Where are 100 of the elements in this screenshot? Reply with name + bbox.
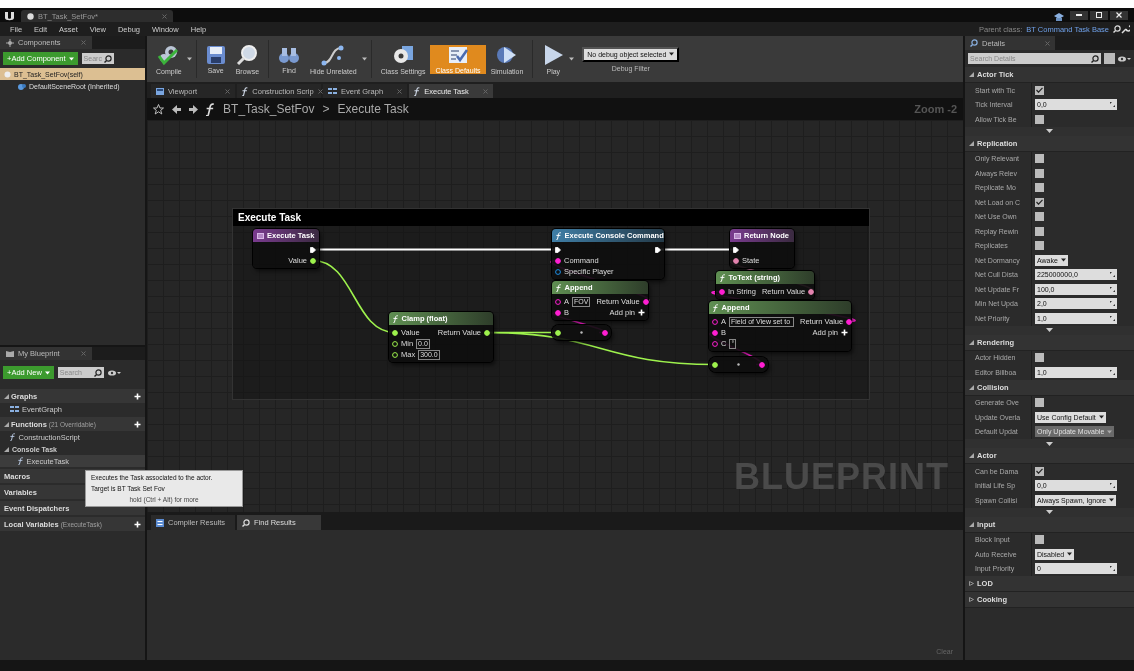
caret-icon[interactable] bbox=[361, 57, 367, 61]
caret-icon[interactable] bbox=[186, 57, 192, 61]
advanced-arrow-icon[interactable] bbox=[1046, 441, 1053, 446]
comment-title: Execute Task bbox=[233, 209, 869, 226]
graph-icon bbox=[328, 88, 337, 94]
data-pin[interactable] bbox=[602, 329, 608, 336]
cap-icon bbox=[1054, 13, 1064, 22]
expanded-arrow-icon[interactable] bbox=[969, 453, 974, 458]
list-icon bbox=[734, 232, 741, 239]
expanded-arrow-icon[interactable] bbox=[4, 446, 9, 452]
exec-pin[interactable] bbox=[655, 246, 661, 253]
exec-pin[interactable] bbox=[555, 246, 561, 253]
spinner-icon bbox=[1110, 272, 1115, 278]
advanced-arrow-icon[interactable] bbox=[1046, 129, 1053, 133]
exec-pin[interactable] bbox=[733, 246, 739, 253]
close-button[interactable] bbox=[1110, 10, 1128, 20]
checkbox[interactable] bbox=[1035, 168, 1044, 178]
function-icon bbox=[242, 86, 249, 96]
close-icon bbox=[317, 88, 323, 94]
data-pin[interactable] bbox=[555, 309, 561, 316]
check-icon bbox=[1036, 87, 1043, 94]
node-curve-icon bbox=[321, 43, 346, 66]
scene-root-icon bbox=[18, 82, 26, 90]
eye-icon bbox=[1118, 55, 1131, 62]
caret-icon bbox=[44, 370, 50, 375]
add-pin-icon bbox=[841, 329, 848, 336]
gear-check-icon bbox=[156, 43, 181, 66]
minimize-button[interactable] bbox=[1070, 10, 1088, 20]
checkbox[interactable] bbox=[1035, 353, 1044, 363]
conversion-node[interactable] bbox=[709, 357, 768, 372]
data-pin[interactable] bbox=[555, 257, 561, 264]
spinner-icon bbox=[1110, 301, 1115, 307]
advanced-arrow-icon[interactable] bbox=[1046, 328, 1053, 332]
wrench-icon bbox=[1121, 24, 1130, 34]
checkbox[interactable] bbox=[1035, 212, 1044, 222]
zoom-level: Zoom -2 bbox=[914, 103, 957, 115]
check-icon bbox=[1036, 199, 1043, 206]
caret-icon bbox=[1067, 552, 1073, 557]
advanced-arrow-icon[interactable] bbox=[1046, 510, 1053, 514]
breadcrumb-current: Execute Task bbox=[337, 102, 409, 116]
data-pin[interactable] bbox=[719, 288, 725, 295]
gear-icon bbox=[392, 43, 415, 66]
restore-icon bbox=[1096, 12, 1102, 18]
data-pin[interactable] bbox=[808, 288, 815, 295]
expanded-arrow-icon[interactable] bbox=[969, 521, 974, 527]
data-pin[interactable] bbox=[642, 298, 649, 305]
expanded-arrow-icon[interactable] bbox=[969, 140, 974, 146]
close-icon bbox=[1045, 40, 1050, 46]
data-pin[interactable] bbox=[759, 361, 765, 368]
checkbox[interactable] bbox=[1035, 85, 1044, 95]
collapsed-arrow-icon[interactable] bbox=[969, 597, 974, 602]
function-icon bbox=[556, 283, 562, 292]
add-icon[interactable] bbox=[134, 392, 141, 400]
function-icon bbox=[556, 231, 562, 240]
checkbox[interactable] bbox=[1035, 226, 1044, 236]
checkbox[interactable] bbox=[1035, 535, 1044, 545]
function-icon bbox=[720, 273, 726, 282]
function-icon bbox=[713, 303, 719, 312]
dot-icon bbox=[580, 331, 583, 334]
function-icon bbox=[414, 86, 421, 96]
breadcrumb-separator: > bbox=[322, 102, 330, 116]
logo-icon bbox=[4, 11, 15, 22]
checkbox[interactable] bbox=[1035, 183, 1044, 193]
blueprint-icon bbox=[27, 12, 34, 20]
function-icon bbox=[393, 314, 399, 323]
search-icon bbox=[1113, 25, 1121, 33]
add-icon[interactable] bbox=[134, 520, 141, 528]
data-pin[interactable] bbox=[733, 257, 739, 264]
checkbox[interactable] bbox=[1035, 197, 1044, 207]
conversion-node[interactable] bbox=[552, 325, 611, 340]
magnifier-icon bbox=[236, 43, 259, 66]
dot-icon bbox=[737, 363, 740, 366]
spinner-icon bbox=[1110, 566, 1115, 572]
close-icon bbox=[397, 88, 402, 94]
checkbox[interactable] bbox=[1035, 241, 1044, 251]
back-arrow-icon bbox=[172, 104, 181, 114]
add-icon[interactable] bbox=[134, 420, 141, 428]
search-icon bbox=[242, 518, 250, 527]
maximize-button[interactable] bbox=[1090, 10, 1108, 20]
checkbox[interactable] bbox=[1035, 114, 1044, 124]
eye-icon bbox=[107, 369, 121, 376]
expanded-arrow-icon[interactable] bbox=[4, 421, 9, 427]
list-icon bbox=[257, 232, 264, 239]
expanded-arrow-icon[interactable] bbox=[969, 384, 974, 390]
checkbox[interactable] bbox=[1035, 466, 1044, 476]
caret-icon[interactable] bbox=[569, 57, 575, 61]
checkbox[interactable] bbox=[1035, 398, 1044, 408]
expanded-arrow-icon[interactable] bbox=[969, 72, 974, 77]
collapsed-arrow-icon[interactable] bbox=[969, 581, 974, 586]
data-pin[interactable] bbox=[712, 329, 718, 336]
forward-arrow-icon bbox=[189, 104, 198, 114]
breadcrumb-link[interactable]: BT_Task_SetFov bbox=[223, 102, 315, 116]
data-pin[interactable] bbox=[846, 318, 853, 325]
expanded-arrow-icon[interactable] bbox=[969, 339, 974, 345]
spinner-icon bbox=[1110, 315, 1115, 321]
expanded-arrow-icon[interactable] bbox=[4, 393, 9, 399]
function-icon bbox=[18, 457, 24, 465]
exec-pin[interactable] bbox=[310, 246, 316, 253]
checkbox[interactable] bbox=[1035, 154, 1044, 164]
sphere-icon bbox=[4, 70, 11, 78]
